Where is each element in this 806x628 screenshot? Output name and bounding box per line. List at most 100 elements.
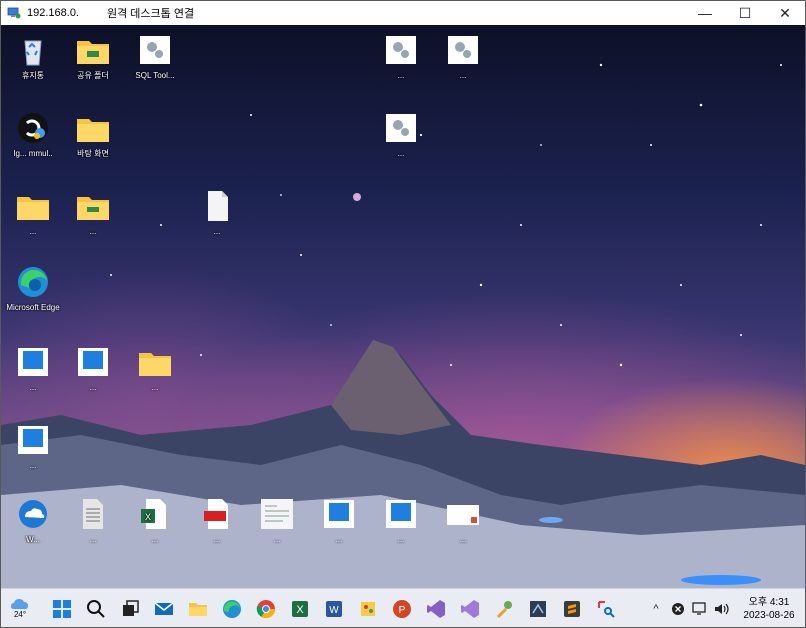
desktop-icon-tool-1[interactable]: SQL Tool... [125, 33, 185, 80]
taskbar-file-explorer[interactable] [181, 589, 215, 627]
taskbar-powerpoint[interactable]: P [385, 589, 419, 627]
desktop-icon-label: ... [29, 461, 37, 470]
taskbar-tool-app[interactable] [487, 589, 521, 627]
minimize-button[interactable]: — [685, 1, 725, 25]
taskbar-paint[interactable] [351, 589, 385, 627]
desktop-icon-document[interactable]: ... [187, 189, 247, 236]
window-app-icon [447, 505, 479, 525]
desktop-icon-folder-3[interactable]: ... [3, 189, 63, 236]
taskbar-apps: X W P [45, 589, 623, 627]
taskbar-chrome[interactable] [249, 589, 283, 627]
desktop-icon-app-logo[interactable]: Ig... mmul.. [3, 111, 63, 158]
weather-widget[interactable]: 24° [5, 589, 35, 627]
excel-icon: X [292, 600, 308, 617]
desktop-icon-app-blue-2[interactable]: ... [63, 345, 123, 392]
clock-date: 2023-08-26 [743, 609, 795, 621]
taskbar-mail[interactable] [147, 589, 181, 627]
desktop-icon-label: ... [213, 227, 221, 236]
start-button[interactable] [45, 589, 79, 627]
desktop-icon-label: 휴지통 [21, 71, 45, 80]
desktop-icon-label: 공유 폴더 [77, 71, 109, 80]
folder-icon [77, 197, 109, 220]
doc-file-icon [261, 499, 293, 529]
pdf-file-icon [204, 499, 228, 529]
desktop: 휴지통 Ig... mmul.. ... Microsoft Edge ... … [1, 25, 805, 588]
tray-app-button[interactable] [667, 589, 689, 627]
desktop-icon-app-blue-4[interactable]: ... [309, 497, 369, 544]
taskbar-visual-studio[interactable] [419, 589, 453, 627]
maximize-button[interactable]: ☐ [725, 1, 765, 25]
network-monitor-icon [692, 601, 706, 615]
document-icon [208, 191, 228, 221]
close-circle-icon [672, 602, 684, 615]
title-bar[interactable]: 192.168.0. 원격 데스크톱 연결 — ☐ ✕ [1, 1, 805, 25]
app-logo-icon [18, 113, 48, 143]
speaker-icon [715, 603, 729, 614]
desktop-icon-folder-1[interactable]: 공유 폴더 [63, 33, 123, 80]
desktop-icon-app-blue-1[interactable]: ... [3, 345, 63, 392]
desktop-icon-app-blue-3[interactable]: ... [3, 423, 63, 470]
taskbar-word[interactable]: W [317, 589, 351, 627]
tray-network-button[interactable] [689, 589, 711, 627]
desktop-icon-folder-2[interactable]: 바탕 화면 [63, 111, 123, 158]
app-window-icon [324, 500, 354, 528]
desktop-icon-label: W... [26, 535, 40, 544]
taskbar: 24° X W P ^ 오후 4:31 2023-08-26 [1, 588, 805, 627]
desktop-icon-tool-2[interactable]: ... [371, 33, 431, 80]
text-file-icon [83, 499, 103, 529]
remote-ip: 192.168.0. [27, 7, 79, 19]
app-window-icon [386, 500, 416, 528]
app-window-icon [18, 426, 48, 454]
desktop-icon-edge[interactable]: Microsoft Edge [3, 265, 63, 312]
clock-time: 오후 4:31 [748, 596, 790, 608]
desktop-icon-recycle-bin[interactable]: 휴지통 [3, 33, 63, 80]
window-title: 원격 데스크톱 연결 [107, 8, 195, 20]
folder-icon [77, 41, 109, 64]
desktop-icon-label: ... [29, 383, 37, 392]
taskbar-sublime[interactable] [555, 589, 589, 627]
tool-app-icon [497, 600, 512, 618]
visual-studio-preview-icon [461, 599, 479, 618]
tool-icon [386, 36, 416, 64]
desktop-icon-label: Ig... mmul.. [13, 149, 53, 158]
task-view-button[interactable] [113, 589, 147, 627]
desktop-icon-window-app[interactable]: ... [433, 497, 493, 544]
app-window-icon [18, 348, 48, 376]
windows-start-icon [53, 599, 71, 618]
desktop-icon-folder-4[interactable]: ... [63, 189, 123, 236]
taskbar-visual-studio-2[interactable] [453, 589, 487, 627]
desktop-icon-app-blue-5[interactable]: ... [371, 497, 431, 544]
desktop-icon-excel-file[interactable]: X ... [125, 497, 185, 544]
folder-icon [77, 119, 109, 142]
search-icon [87, 599, 105, 618]
desktop-icon-label: ... [459, 71, 467, 80]
remote-desktop-window: 192.168.0. 원격 데스크톱 연결 — ☐ ✕ 휴지통 Ig... mm… [0, 0, 806, 628]
desktop-icon-text-file[interactable]: ... [63, 497, 123, 544]
tray-volume-button[interactable] [711, 589, 733, 627]
recycle-bin-icon [24, 40, 42, 66]
taskbar-excel[interactable]: X [283, 589, 317, 627]
desktop-icon-label: SQL Tool... [135, 71, 175, 80]
taskbar-clock[interactable]: 오후 4:31 2023-08-26 [733, 596, 805, 622]
desktop-icon-cloud[interactable]: W... [3, 497, 63, 544]
desktop-icon-folder-5[interactable]: ... [125, 345, 185, 392]
taskbar-edge[interactable] [215, 589, 249, 627]
weather-cloud-icon [11, 599, 28, 609]
word-icon: W [326, 600, 342, 617]
close-button[interactable]: ✕ [765, 1, 805, 25]
taskbar-snipping-tool[interactable] [589, 589, 623, 627]
visual-studio-icon [427, 599, 445, 618]
desktop-icon-tool-3[interactable]: ... [433, 33, 493, 80]
desktop-icon-label: ... [335, 535, 343, 544]
desktop-icon-pdf-file[interactable]: ... [187, 497, 247, 544]
desktop-icon-label: ... [151, 383, 159, 392]
tray-overflow-button[interactable]: ^ [645, 589, 667, 627]
desktop-icon-label: ... [213, 535, 221, 544]
powerpoint-icon: P [393, 599, 411, 618]
search-button[interactable] [79, 589, 113, 627]
desktop-icon-tool-4[interactable]: ... [371, 111, 431, 158]
taskbar-ssms[interactable] [521, 589, 555, 627]
desktop-icon-doc-file[interactable]: ... [247, 497, 307, 544]
desktop-icon-label: ... [89, 383, 97, 392]
desktop-icon-label: ... [273, 535, 281, 544]
